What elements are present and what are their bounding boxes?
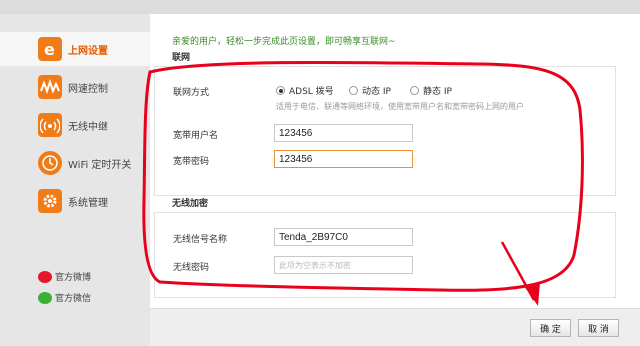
sidebar: e 上网设置 网速控制 无线中继 WiFi 定时开关 系统管理 官方微博 官方微… [0, 14, 150, 346]
mode-hint: 适用于电信、联通等网络环境，使用宽带用户名和宽带密码上网的用户 [276, 102, 524, 111]
sidebar-item-speed-control[interactable]: 网速控制 [0, 70, 150, 104]
password-label: 宽带密码 [173, 157, 210, 167]
radio-label: 静态 IP [423, 87, 452, 97]
wireless-group: 无线信号名称 无线密码 [154, 212, 616, 298]
network-group: 联网方式 ADSL 拨号 动态 IP 静态 IP 适用于电信、联通等网络环境，使… [154, 66, 616, 196]
weibo-link[interactable]: 官方微博 [38, 270, 91, 283]
ssid-label: 无线信号名称 [173, 235, 228, 245]
sidebar-item-system-management[interactable]: 系统管理 [0, 184, 150, 218]
wifi-password-input[interactable] [274, 256, 413, 274]
sidebar-item-label: 系统管理 [68, 197, 108, 209]
wireless-section-title: 无线加密 [172, 199, 209, 209]
mode-radio-adsl[interactable]: ADSL 拨号 [276, 84, 334, 97]
gear-icon [38, 189, 62, 213]
radio-dot [410, 86, 419, 95]
sidebar-item-wifi-timer[interactable]: WiFi 定时开关 [0, 146, 150, 180]
confirm-button[interactable]: 确 定 [530, 319, 571, 337]
wechat-label: 官方微信 [55, 294, 92, 304]
speed-wave-icon [38, 75, 62, 99]
sidebar-item-wireless-relay[interactable]: 无线中继 [0, 108, 150, 142]
sidebar-item-label: 网速控制 [68, 83, 108, 95]
ssid-input[interactable] [274, 228, 413, 246]
action-bar: 确 定 取 消 [150, 308, 640, 346]
wireless-relay-icon [38, 113, 62, 137]
cancel-button[interactable]: 取 消 [578, 319, 619, 337]
mode-radio-dhcp[interactable]: 动态 IP [349, 84, 391, 97]
weibo-label: 官方微博 [55, 273, 92, 283]
radio-dot [276, 86, 285, 95]
sidebar-item-label: 无线中继 [68, 121, 108, 133]
wechat-link[interactable]: 官方微信 [38, 291, 91, 304]
internet-e-icon: e [38, 37, 62, 61]
sidebar-item-label: WiFi 定时开关 [68, 159, 132, 171]
radio-label: 动态 IP [362, 87, 391, 97]
weibo-icon [38, 270, 52, 283]
mode-label: 联网方式 [173, 88, 210, 98]
broadband-username-input[interactable] [274, 124, 413, 142]
radio-dot [349, 86, 358, 95]
wifi-password-label: 无线密码 [173, 263, 210, 273]
sidebar-item-internet-settings[interactable]: e 上网设置 [0, 32, 150, 66]
sidebar-item-label: 上网设置 [68, 45, 108, 57]
wifi-timer-icon [38, 151, 62, 175]
username-label: 宽带用户名 [173, 131, 219, 141]
svg-text:e: e [44, 40, 55, 58]
mode-radio-static[interactable]: 静态 IP [410, 84, 452, 97]
welcome-message: 亲爱的用户，轻松一步完成此页设置，即可畅享互联网~ [172, 37, 396, 47]
broadband-password-input[interactable] [274, 150, 413, 168]
settings-panel: 亲爱的用户，轻松一步完成此页设置，即可畅享互联网~ 联网 联网方式 ADSL 拨… [150, 14, 640, 346]
radio-label: ADSL 拨号 [289, 87, 334, 97]
wechat-icon [38, 291, 52, 304]
network-section-title: 联网 [172, 53, 191, 63]
